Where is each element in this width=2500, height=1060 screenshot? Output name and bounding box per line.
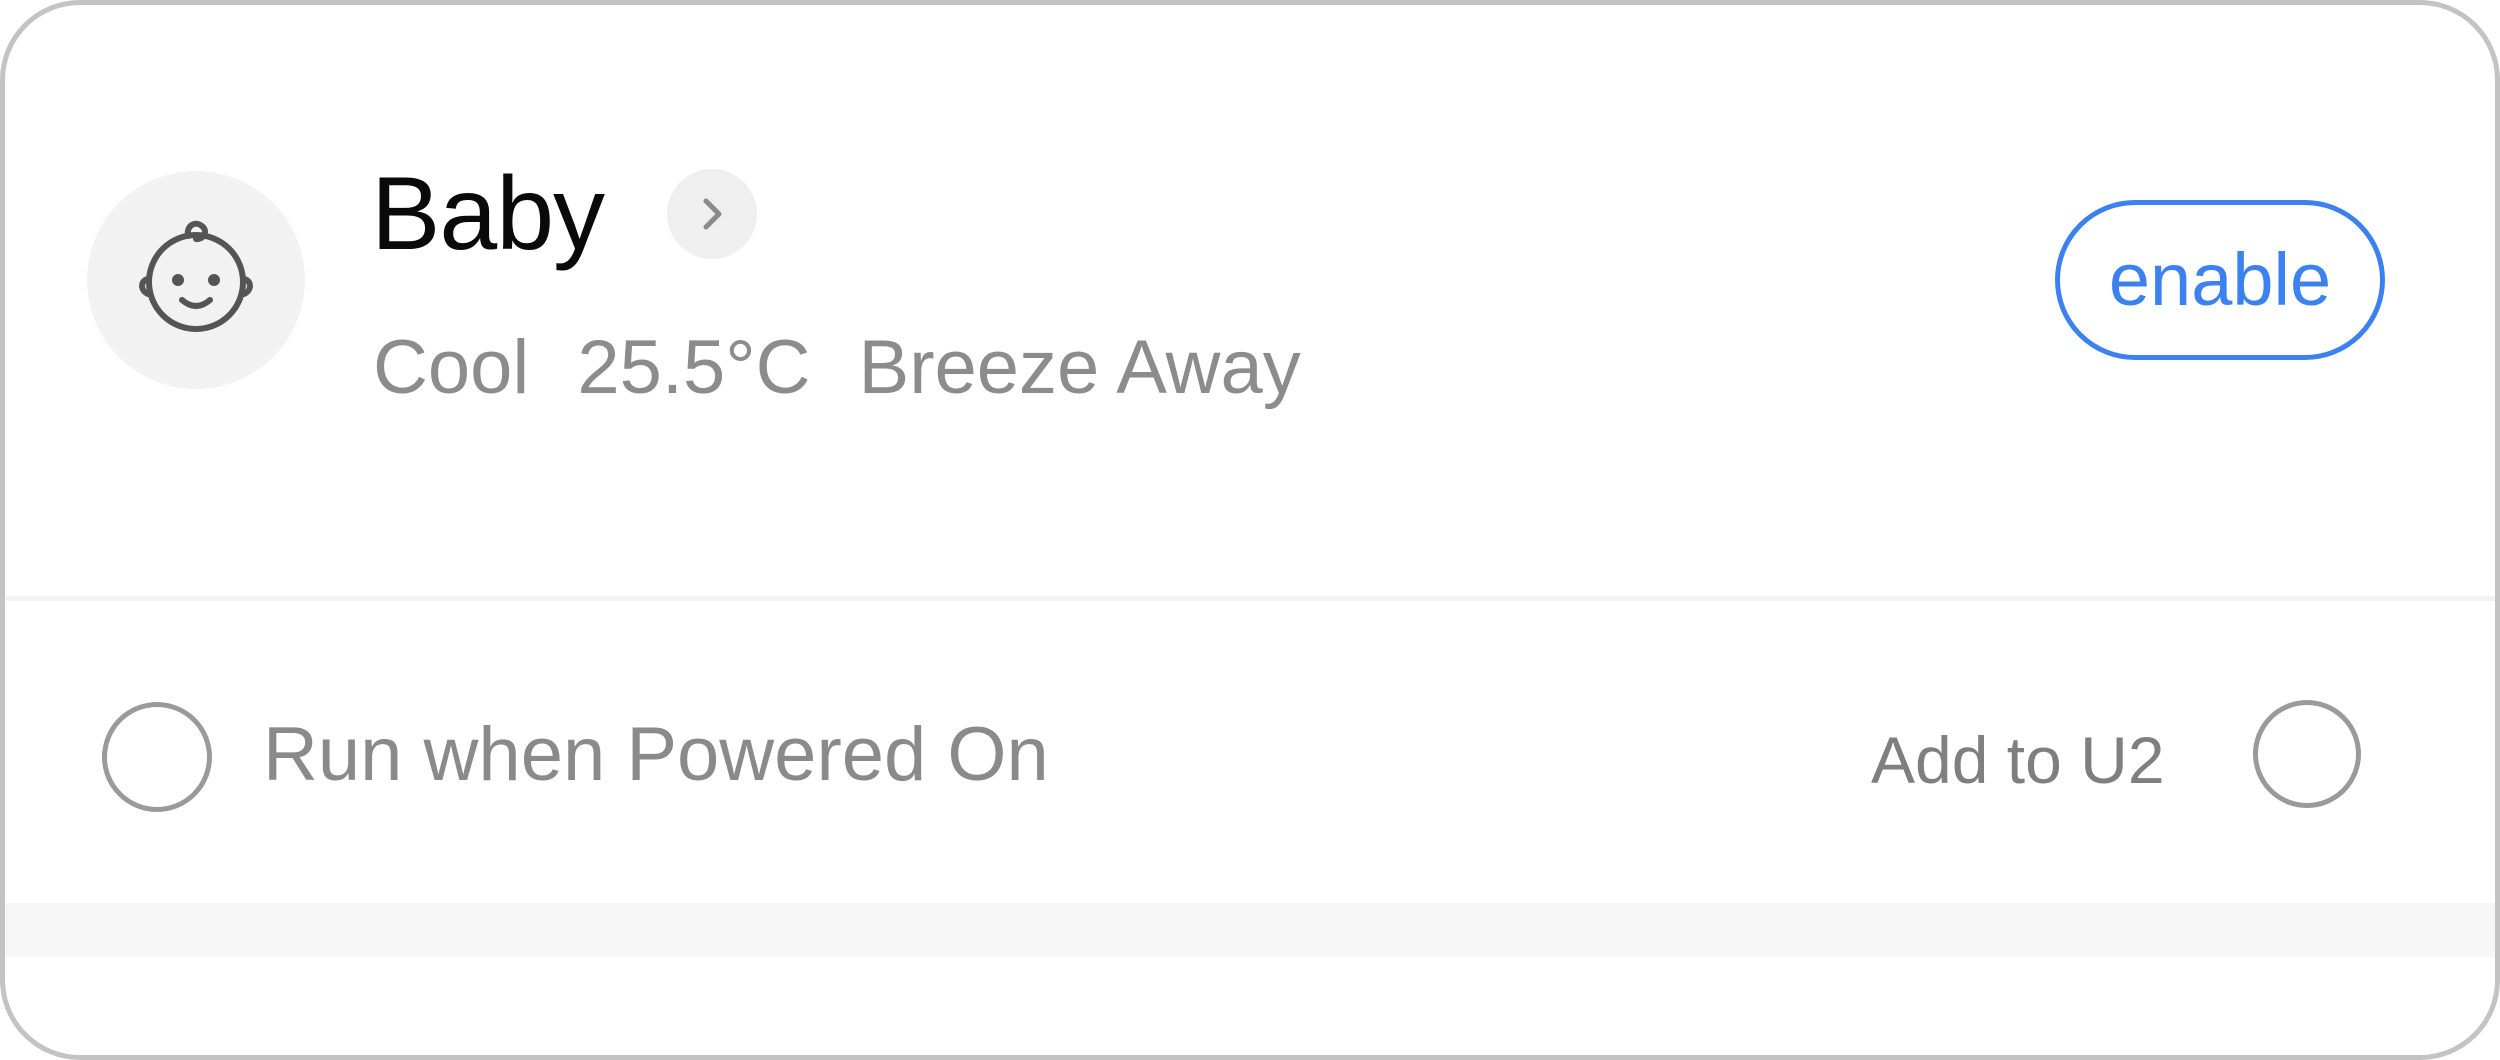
run-when-powered-on-label[interactable]: Run when Powered On: [263, 705, 1049, 805]
add-to-u2-radio[interactable]: [2253, 700, 2361, 808]
mode-card: Baby Cool 25.5°C Breeze Away enable Run wh…: [0, 0, 2500, 1060]
mode-title: Baby: [371, 156, 605, 272]
baby-face-icon: [139, 220, 253, 332]
mode-detail-mode: Cool: [373, 325, 530, 410]
enable-button[interactable]: enable: [2055, 200, 2385, 360]
add-to-u2-label[interactable]: Add to U2: [1871, 710, 2165, 810]
chevron-right-icon: [703, 198, 722, 230]
bottom-separator-band: [5, 903, 2495, 957]
mode-detail-temperature: 25.5°C: [577, 325, 811, 410]
mode-details: Cool 25.5°C Breeze Away: [373, 318, 1349, 418]
run-when-powered-on-radio[interactable]: [102, 702, 212, 812]
mode-detail-button[interactable]: [667, 169, 757, 259]
mode-detail-fan: Breeze Away: [858, 325, 1301, 410]
mode-avatar: [87, 171, 305, 389]
section-divider: [5, 596, 2495, 601]
